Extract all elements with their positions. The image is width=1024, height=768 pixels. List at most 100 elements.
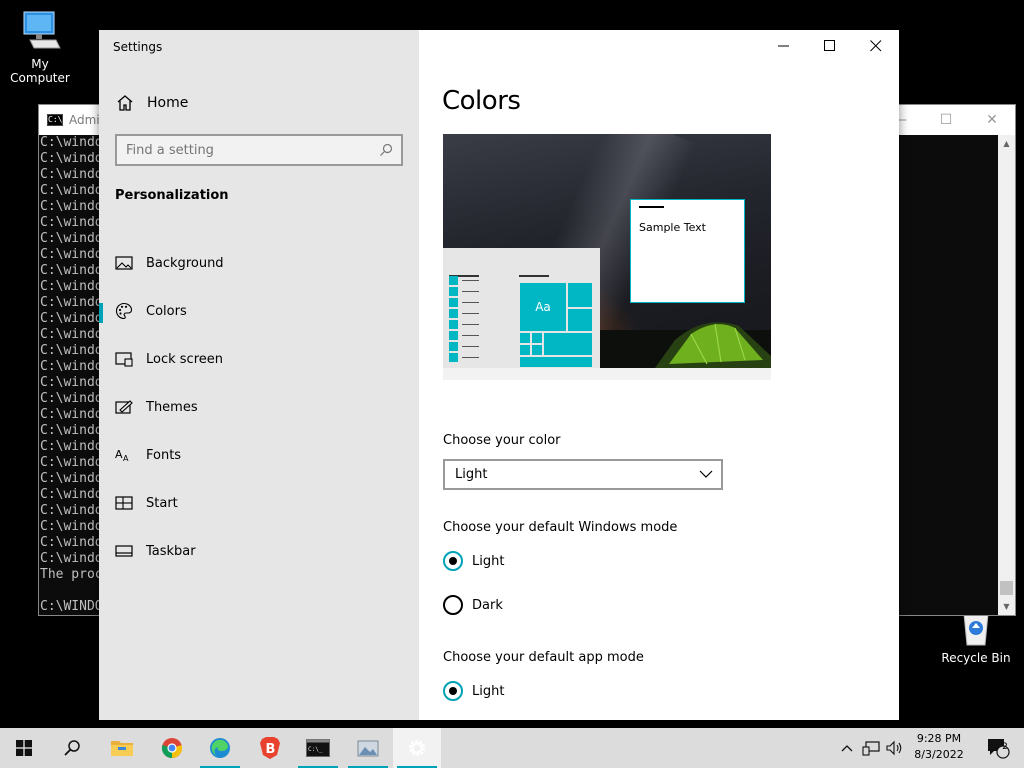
scrollbar-thumb[interactable] bbox=[1000, 581, 1013, 595]
console-close-button[interactable]: ✕ bbox=[969, 105, 1015, 135]
preview-list-row bbox=[449, 342, 481, 353]
preview-sample-window: Sample Text bbox=[630, 199, 745, 303]
settings-content: Colors Aa Sample Text Choose your color … bbox=[419, 30, 899, 720]
volume-button[interactable] bbox=[884, 728, 906, 768]
desktop-icon-recycle-bin[interactable]: Recycle Bin bbox=[936, 612, 1016, 665]
choose-color-dropdown[interactable]: Light bbox=[443, 459, 723, 490]
brave-icon: B bbox=[260, 737, 280, 759]
close-button[interactable] bbox=[853, 30, 899, 62]
taskbar-clock[interactable]: 9:28 PM 8/3/2022 bbox=[906, 731, 972, 763]
windows-logo-icon bbox=[16, 740, 32, 756]
nav-item-themes[interactable]: Themes bbox=[99, 383, 419, 431]
windows-mode-label: Choose your default Windows mode bbox=[443, 520, 678, 535]
preview-list-row bbox=[449, 331, 481, 342]
nav-item-start[interactable]: Start bbox=[99, 479, 419, 527]
nav-item-label: Colors bbox=[146, 303, 187, 319]
computer-icon bbox=[23, 11, 61, 49]
tent-image bbox=[655, 322, 771, 368]
taskbar-icon bbox=[115, 542, 133, 560]
settings-gear-icon bbox=[409, 740, 425, 756]
notification-center-button[interactable]: 2 bbox=[978, 728, 1018, 768]
search-icon[interactable] bbox=[379, 143, 393, 157]
nav-item-fonts[interactable]: AA Fonts bbox=[99, 431, 419, 479]
edge-button[interactable] bbox=[196, 728, 244, 768]
minimize-button[interactable] bbox=[761, 30, 807, 62]
image-app-icon bbox=[357, 740, 379, 757]
close-icon bbox=[870, 40, 882, 52]
palette-icon bbox=[115, 302, 133, 320]
search-box[interactable] bbox=[115, 134, 403, 166]
terminal-button[interactable]: C:\_ bbox=[294, 728, 342, 768]
scroll-down-arrow-icon[interactable]: ▼ bbox=[998, 598, 1015, 615]
app-mode-label: Choose your default app mode bbox=[443, 650, 644, 665]
image-app-button[interactable] bbox=[344, 728, 392, 768]
radio-circle[interactable] bbox=[443, 551, 463, 571]
radio-circle[interactable] bbox=[443, 681, 463, 701]
brave-button[interactable]: B bbox=[246, 728, 294, 768]
home-icon bbox=[117, 95, 133, 111]
radio-circle[interactable] bbox=[443, 595, 463, 615]
scroll-up-arrow-icon[interactable]: ▲ bbox=[998, 135, 1015, 152]
windows-mode-light-radio[interactable]: Light bbox=[443, 550, 504, 572]
clock-date: 8/3/2022 bbox=[914, 748, 964, 761]
preview-app-list bbox=[449, 276, 481, 364]
desktop-icon-label: My Computer bbox=[10, 57, 70, 85]
nav-item-label: Fonts bbox=[146, 447, 182, 463]
nav-item-label: Background bbox=[146, 255, 224, 271]
minimize-icon bbox=[778, 45, 789, 47]
settings-taskbar-button[interactable] bbox=[393, 728, 441, 768]
search-input[interactable] bbox=[117, 142, 367, 158]
preview-tile bbox=[531, 332, 543, 344]
chrome-button[interactable] bbox=[148, 728, 196, 768]
clock-time: 9:28 PM bbox=[916, 732, 962, 745]
start-button[interactable] bbox=[0, 728, 48, 768]
console-title: Admi bbox=[69, 113, 100, 127]
fonts-icon: AA bbox=[115, 446, 133, 464]
console-scrollbar[interactable]: ▲ ▼ bbox=[998, 135, 1015, 615]
preview-list-row bbox=[449, 287, 481, 298]
maximize-icon bbox=[824, 40, 835, 51]
preview-list-row bbox=[449, 298, 481, 309]
radio-label: Light bbox=[472, 553, 505, 569]
network-button[interactable] bbox=[860, 728, 882, 768]
page-title: Colors bbox=[442, 86, 521, 116]
choose-color-label: Choose your color bbox=[443, 433, 561, 448]
radio-label: Dark bbox=[472, 597, 503, 613]
preview-tile bbox=[519, 344, 531, 356]
preview-list-row bbox=[449, 353, 481, 364]
preview-list-row bbox=[449, 320, 481, 331]
preview-list-row bbox=[449, 276, 481, 287]
nav-item-taskbar[interactable]: Taskbar bbox=[99, 527, 419, 575]
themes-icon bbox=[115, 398, 133, 416]
section-heading: Personalization bbox=[115, 188, 229, 203]
window-title: Settings bbox=[113, 40, 163, 54]
search-button[interactable] bbox=[48, 728, 96, 768]
terminal-icon: C:\_ bbox=[306, 739, 330, 757]
preview-tile: Aa bbox=[519, 282, 567, 332]
nav-item-colors[interactable]: Colors bbox=[99, 287, 419, 335]
console-maximize-button[interactable]: ☐ bbox=[923, 105, 969, 135]
file-explorer-button[interactable] bbox=[98, 728, 146, 768]
maximize-button[interactable] bbox=[807, 30, 853, 62]
nav-item-background[interactable]: Background bbox=[99, 239, 419, 287]
picture-icon bbox=[115, 254, 133, 272]
lock-screen-icon bbox=[115, 350, 133, 368]
color-preview: Aa Sample Text bbox=[443, 134, 771, 380]
nav-item-lock-screen[interactable]: Lock screen bbox=[99, 335, 419, 383]
nav-item-label: Taskbar bbox=[146, 543, 196, 559]
show-hidden-icons-button[interactable] bbox=[836, 728, 858, 768]
preview-tile bbox=[567, 282, 593, 308]
preview-tile bbox=[531, 344, 543, 356]
desktop-icon-my-computer[interactable]: My Computer bbox=[0, 8, 80, 85]
svg-text:B: B bbox=[266, 742, 276, 757]
app-mode-light-radio[interactable]: Light bbox=[443, 680, 504, 702]
preview-tile bbox=[519, 332, 531, 344]
nav-home[interactable]: Home bbox=[99, 88, 419, 118]
nav-item-label: Themes bbox=[146, 399, 198, 415]
preview-strip bbox=[443, 368, 771, 380]
settings-window[interactable]: Settings Home Personalization Background bbox=[99, 30, 899, 720]
search-icon bbox=[64, 740, 80, 756]
windows-mode-dark-radio[interactable]: Dark bbox=[443, 594, 503, 616]
preview-tile bbox=[543, 332, 593, 356]
preview-start-menu: Aa bbox=[443, 248, 600, 368]
